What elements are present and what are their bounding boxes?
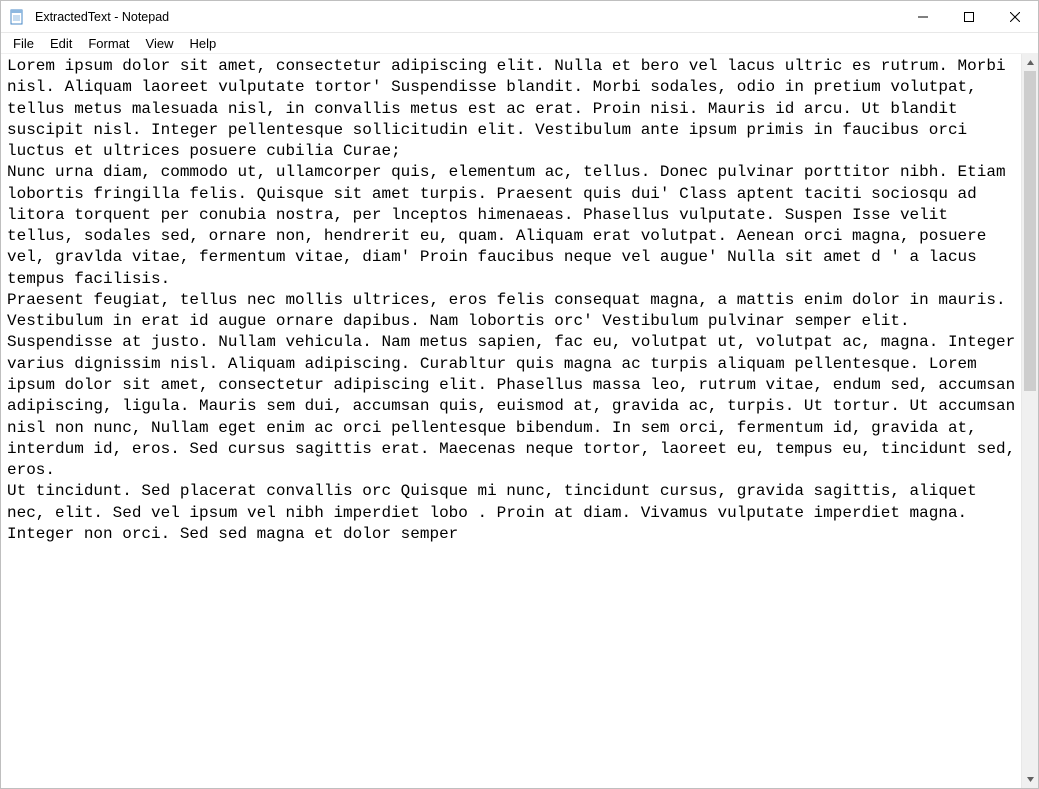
- notepad-window: ExtractedText - Notepad File Edit Format…: [0, 0, 1039, 789]
- menu-file[interactable]: File: [5, 35, 42, 52]
- scroll-down-button[interactable]: [1022, 771, 1038, 788]
- scroll-up-button[interactable]: [1022, 54, 1038, 71]
- menu-edit[interactable]: Edit: [42, 35, 80, 52]
- minimize-button[interactable]: [900, 1, 946, 32]
- maximize-button[interactable]: [946, 1, 992, 32]
- scroll-thumb[interactable]: [1024, 71, 1036, 391]
- title-bar[interactable]: ExtractedText - Notepad: [1, 1, 1038, 33]
- menu-help[interactable]: Help: [181, 35, 224, 52]
- menu-view[interactable]: View: [138, 35, 182, 52]
- vertical-scrollbar[interactable]: [1021, 54, 1038, 788]
- notepad-icon: [9, 9, 25, 25]
- window-title: ExtractedText - Notepad: [33, 10, 900, 24]
- menu-bar: File Edit Format View Help: [1, 33, 1038, 54]
- client-area: [1, 54, 1038, 788]
- menu-format[interactable]: Format: [80, 35, 137, 52]
- close-button[interactable]: [992, 1, 1038, 32]
- text-editor[interactable]: [1, 54, 1021, 788]
- scroll-track[interactable]: [1022, 71, 1038, 771]
- window-controls: [900, 1, 1038, 32]
